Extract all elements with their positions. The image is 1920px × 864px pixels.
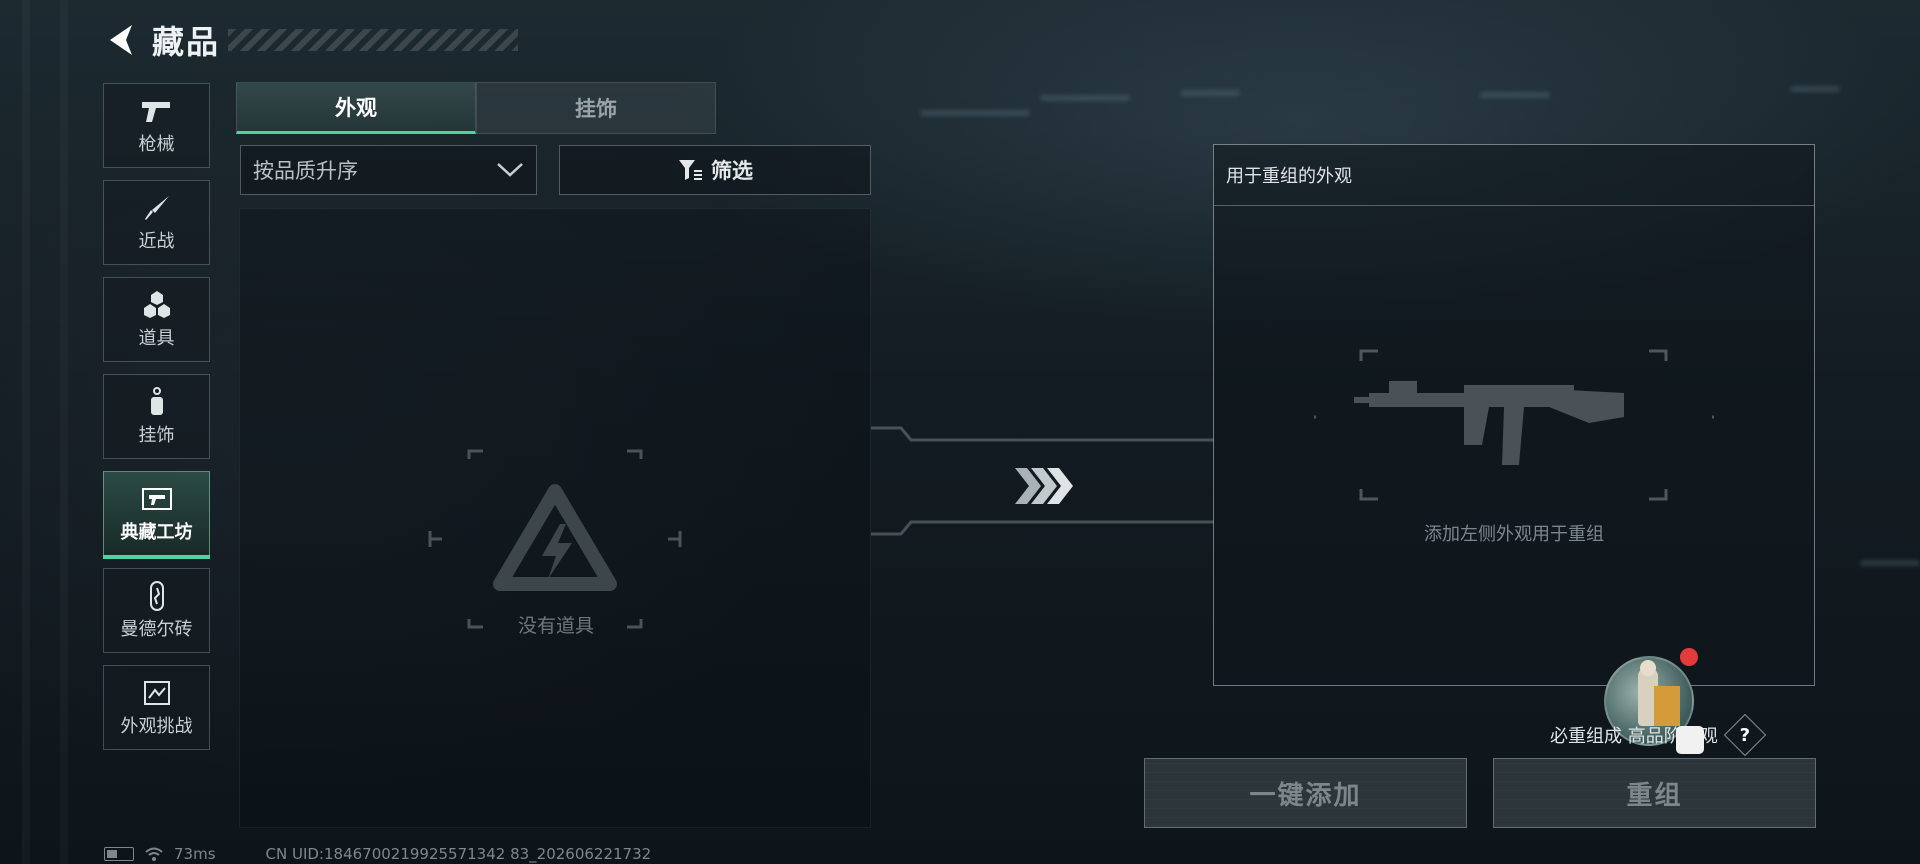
bg-streak [1040,95,1130,101]
recombine-panel-title: 用于重组的外观 [1214,145,1814,206]
status-bar: 73ms CN UID:1846700219925571342 83_20260… [104,845,651,863]
guarantee-info: 必重组成 高品阶外观 ? [1550,713,1766,757]
bg-stripe [22,0,30,864]
notification-dot [1680,648,1698,666]
filter-icon [679,160,702,180]
recombine-panel: 用于重组的外观 添加左侧外观用于重组 [1213,144,1815,686]
bg-stripe [60,0,68,864]
back-arrow-icon [110,25,132,55]
uid-text: CN UID:1846700219925571342 83_2026062217… [265,845,652,863]
sidebar-item-label: 外观挑战 [120,715,193,737]
challenge-icon [139,678,175,708]
wifi-icon [145,847,163,861]
item-list-panel: 没有道具 [239,208,871,828]
title-decoration [228,29,519,51]
recombine-drop-slot[interactable] [1300,345,1728,505]
header: 藏品 [104,20,519,61]
chevron-down-icon [497,163,523,177]
sidebar-item-label: 近战 [138,230,175,252]
charm-icon [139,386,175,417]
bg-streak [1180,90,1240,96]
latency-text: 73ms [174,845,216,863]
sidebar-item-label: 枪械 [138,133,175,155]
brick-icon [139,580,175,611]
add-all-label: 一键添加 [1249,780,1362,811]
sidebar-item-guns[interactable]: 枪械 [103,83,210,168]
connector-decoration [871,410,1214,550]
back-button[interactable] [104,23,138,57]
tab-bar: 外观 挂饰 [236,82,716,134]
filter-button[interactable]: 筛选 [559,145,871,195]
filter-label: 筛选 [711,159,753,183]
pistol-icon [139,96,175,126]
sidebar-item-mandel-brick[interactable]: 曼德尔砖 [103,568,210,653]
knife-icon [139,193,175,223]
tab-appearance[interactable]: 外观 [236,82,476,134]
rifle-silhouette-icon [1354,381,1624,465]
sidebar-item-label: 挂饰 [138,424,175,446]
bg-streak [1480,92,1550,98]
recombine-button[interactable]: 重组 [1493,758,1816,828]
sidebar-item-melee[interactable]: 近战 [103,180,210,265]
help-button[interactable]: ? [1723,713,1766,757]
battery-icon [104,847,134,861]
sidebar: 枪械 近战 道具 挂饰 典藏工坊 曼德尔砖 外观挑战 [103,83,212,762]
sidebar-item-label: 道具 [138,327,175,349]
page-title: 藏品 [152,23,221,61]
warning-bolt-icon [493,484,617,591]
grenade-cluster-icon [139,290,175,320]
bg-streak [1790,86,1840,92]
bg-streak [1860,560,1920,566]
sidebar-item-charms[interactable]: 挂饰 [103,374,210,459]
triple-chevron-icon [1015,468,1073,504]
avatar-chip-icon [1676,726,1704,754]
sort-value: 按品质升序 [253,159,358,183]
question-mark-icon: ? [1739,724,1750,746]
add-all-button[interactable]: 一键添加 [1144,758,1467,828]
empty-state-text: 没有道具 [517,615,594,637]
bg-streak [920,110,1030,116]
recombine-label: 重组 [1626,780,1683,811]
empty-state-graphic [420,439,690,639]
sidebar-item-label: 曼德尔砖 [120,618,193,640]
workshop-icon [139,484,175,514]
sidebar-item-appearance-challenge[interactable]: 外观挑战 [103,665,210,750]
sidebar-item-tools[interactable]: 道具 [103,277,210,362]
avatar-head [1640,660,1656,676]
sidebar-item-workshop[interactable]: 典藏工坊 [103,471,210,559]
tab-charms[interactable]: 挂饰 [476,82,716,134]
recombine-hint: 添加左侧外观用于重组 [1424,524,1604,545]
sort-dropdown[interactable]: 按品质升序 [240,145,537,195]
sidebar-item-label: 典藏工坊 [120,521,193,543]
